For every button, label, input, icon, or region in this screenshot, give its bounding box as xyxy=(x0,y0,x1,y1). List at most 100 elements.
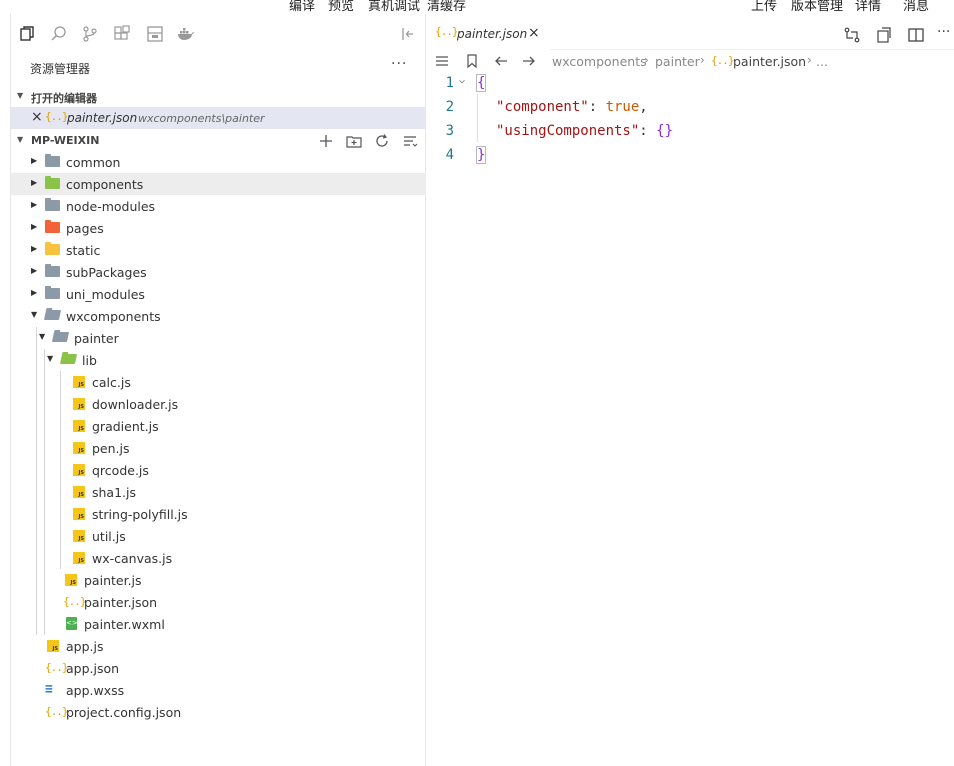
menu-version[interactable]: 版本管理 xyxy=(791,0,843,14)
breadcrumb-wxcomponents[interactable]: wxcomponents xyxy=(552,54,647,69)
tree-item-downloader-js[interactable]: JS downloader.js xyxy=(11,393,426,415)
tree-item-pages[interactable]: ▶ pages xyxy=(11,217,426,239)
menu-clear-cache[interactable]: 清缓存 xyxy=(427,0,466,14)
compare-changes-icon[interactable] xyxy=(843,26,861,44)
tree-item-subpackages[interactable]: ▶ subPackages xyxy=(11,261,426,283)
more-editor-actions-icon[interactable]: ··· xyxy=(937,24,954,42)
chevron-right-icon[interactable]: ▶ xyxy=(31,178,37,187)
close-tab-icon[interactable]: × xyxy=(528,25,540,41)
open-editors-header[interactable]: ▼ 打开的编辑器 xyxy=(11,87,426,107)
tree-item-components[interactable]: ▶ components xyxy=(11,173,426,195)
panel-icon[interactable] xyxy=(146,25,166,45)
top-menu-bar: 编译 预览 真机调试 清缓存 上传 版本管理 详情 消息 xyxy=(0,0,954,14)
more-actions-icon[interactable]: ··· xyxy=(391,56,407,72)
tree-item-app-json[interactable]: {..} app.json xyxy=(11,657,426,679)
breadcrumb-more[interactable]: ... xyxy=(816,54,828,69)
open-editors-label: 打开的编辑器 xyxy=(31,92,97,105)
tree-item-painter-js[interactable]: JS painter.js xyxy=(11,569,426,591)
files-icon[interactable] xyxy=(18,25,38,45)
tree-item-painter[interactable]: ▼ painter xyxy=(11,327,426,349)
collapse-sidebar-icon[interactable] xyxy=(399,25,419,45)
colon: : xyxy=(588,99,606,115)
tree-item-wx-canvas-js[interactable]: JS wx-canvas.js xyxy=(11,547,426,569)
menu-compile[interactable]: 编译 xyxy=(289,0,315,14)
tree-item-app-wxss[interactable]: ≡ app.wxss xyxy=(11,679,426,701)
json-value: true xyxy=(605,99,640,115)
menu-device-debug[interactable]: 真机调试 xyxy=(368,0,420,14)
chevron-right-icon[interactable]: ▶ xyxy=(31,200,37,209)
refresh-icon[interactable] xyxy=(374,133,390,149)
fold-chevron-icon[interactable]: ⌵ xyxy=(459,75,465,86)
open-preview-icon[interactable] xyxy=(875,26,893,44)
bookmark-icon[interactable] xyxy=(464,53,480,73)
code-editor[interactable]: 1 ⌵ { 2 "component": true, 3 "usingCompo… xyxy=(426,72,954,172)
js-file-icon: JS xyxy=(71,375,87,389)
tree-item-static[interactable]: ▶ static xyxy=(11,239,426,261)
chevron-right-icon: › xyxy=(644,53,649,67)
chevron-down-icon[interactable]: ▼ xyxy=(39,332,45,341)
chevron-right-icon[interactable]: ▶ xyxy=(31,156,37,165)
activity-bar xyxy=(11,22,426,48)
chevron-right-icon[interactable]: ▶ xyxy=(31,288,37,297)
tree-item-qrcode-js[interactable]: JS qrcode.js xyxy=(11,459,426,481)
js-file-icon: JS xyxy=(71,397,87,411)
chevron-down-icon[interactable]: ▼ xyxy=(31,310,37,319)
tree-item-util-js[interactable]: JS util.js xyxy=(11,525,426,547)
tree-item-painter-wxml[interactable]: <> painter.wxml xyxy=(11,613,426,635)
docker-icon[interactable] xyxy=(177,25,197,45)
open-editor-path: wxcomponents\painter xyxy=(138,112,265,125)
open-editor-item[interactable]: × {..} painter.json wxcomponents\painter xyxy=(11,107,426,129)
back-arrow-icon[interactable] xyxy=(493,53,509,73)
tree-item-label: painter.json xyxy=(84,595,158,610)
source-control-icon[interactable] xyxy=(81,25,101,45)
tree-item-wxcomponents[interactable]: ▼ wxcomponents xyxy=(11,305,426,327)
collapse-all-icon[interactable] xyxy=(402,133,418,149)
project-label: MP-WEIXIN xyxy=(31,134,100,147)
tree-item-common[interactable]: ▶ common xyxy=(11,151,426,173)
tree-item-gradient-js[interactable]: JS gradient.js xyxy=(11,415,426,437)
tree-item-label: qrcode.js xyxy=(92,463,149,478)
tree-item-node-modules[interactable]: ▶ node-modules xyxy=(11,195,426,217)
chevron-right-icon[interactable]: ▶ xyxy=(31,222,37,231)
chevron-right-icon[interactable]: ▶ xyxy=(31,244,37,253)
split-editor-icon[interactable] xyxy=(907,26,925,44)
new-file-icon[interactable] xyxy=(318,133,334,149)
tree-item-app-js[interactable]: JS app.js xyxy=(11,635,426,657)
tree-item-label: string-polyfill.js xyxy=(92,507,188,522)
breadcrumb-painter-json[interactable]: painter.json xyxy=(733,54,806,69)
tab-painter-json[interactable]: {..} painter.json × xyxy=(426,22,550,50)
new-folder-icon[interactable] xyxy=(346,133,362,149)
chevron-down-icon[interactable]: ▼ xyxy=(47,354,53,363)
folder-icon xyxy=(45,176,61,191)
comma: , xyxy=(639,99,648,115)
folder-icon xyxy=(45,286,61,301)
close-icon[interactable]: × xyxy=(31,109,43,125)
breadcrumb-painter[interactable]: painter xyxy=(655,54,700,69)
extensions-icon[interactable] xyxy=(113,25,133,45)
tree-item-sha1-js[interactable]: JS sha1.js xyxy=(11,481,426,503)
open-brace: { xyxy=(475,74,487,92)
tree-item-string-polyfill-js[interactable]: JS string-polyfill.js xyxy=(11,503,426,525)
explorer-title: 资源管理器 xyxy=(30,62,91,76)
tree-item-uni-modules[interactable]: ▶ uni_modules xyxy=(11,283,426,305)
menu-upload[interactable]: 上传 xyxy=(751,0,777,14)
menu-messages[interactable]: 消息 xyxy=(903,0,929,14)
json-file-icon: {..} xyxy=(435,25,458,38)
menu-details[interactable]: 详情 xyxy=(855,0,881,14)
tree-item-label: downloader.js xyxy=(92,397,179,412)
tree-item-calc-js[interactable]: JS calc.js xyxy=(11,371,426,393)
tree-item-lib[interactable]: ▼ lib xyxy=(11,349,426,371)
tab-label: painter.json xyxy=(457,27,528,41)
search-icon[interactable] xyxy=(50,25,70,45)
outline-icon[interactable] xyxy=(434,53,450,73)
project-header[interactable]: ▼ MP-WEIXIN xyxy=(11,131,426,151)
chevron-right-icon[interactable]: ▶ xyxy=(31,266,37,275)
indent-guide xyxy=(60,371,61,569)
tree-item-painter-json[interactable]: {..} painter.json xyxy=(11,591,426,613)
tree-item-pen-js[interactable]: JS pen.js xyxy=(11,437,426,459)
tree-item-project-config-json[interactable]: {..} project.config.json xyxy=(11,701,426,723)
line-number: 4 xyxy=(445,147,454,163)
folder-icon xyxy=(45,198,61,213)
forward-arrow-icon[interactable] xyxy=(521,53,537,73)
menu-preview[interactable]: 预览 xyxy=(328,0,354,14)
